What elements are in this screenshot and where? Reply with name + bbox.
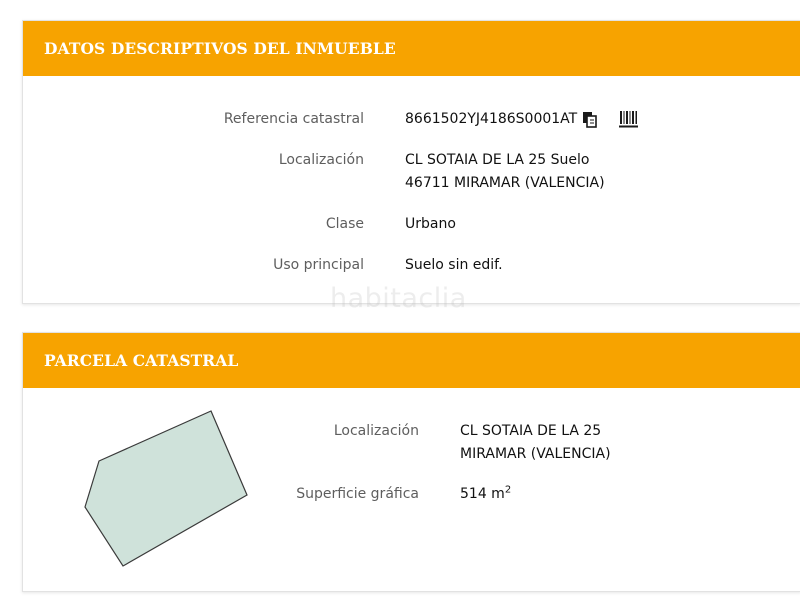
barcode-icon[interactable] (619, 110, 639, 128)
superficie-unit-exp: 2 (504, 484, 512, 496)
parcel-header: PARCELA CATASTRAL (23, 333, 800, 388)
watermark: habitaclia (330, 283, 467, 314)
parcel-title: PARCELA CATASTRAL (44, 351, 239, 370)
clase-label: Clase (325, 216, 364, 232)
parcel-localizacion-row: Localización CL SOTAIA DE LA 25 MIRAMAR … (23, 420, 611, 466)
referencia-value-wrap: 8661502YJ4186S0001AT (405, 108, 639, 131)
property-data-header: DATOS DESCRIPTIVOS DEL INMUEBLE (23, 21, 800, 76)
uso-value: Suelo sin edif. (405, 257, 503, 273)
property-data-title: DATOS DESCRIPTIVOS DEL INMUEBLE (44, 39, 396, 58)
localizacion-row: Localización CL SOTAIA DE LA 25 Suelo 46… (23, 149, 605, 195)
referencia-label: Referencia catastral (223, 111, 364, 127)
superficie-value-wrap: 514 m2 (460, 483, 511, 506)
clase-row: Clase Urbano (23, 213, 456, 236)
parcel-localizacion-line1: CL SOTAIA DE LA 25 (460, 423, 602, 439)
uso-row: Uso principal Suelo sin edif. (23, 254, 503, 277)
parcel-localizacion-label: Localización (333, 423, 419, 439)
uso-label: Uso principal (273, 257, 364, 273)
referencia-row: Referencia catastral 8661502YJ4186S0001A… (23, 108, 639, 131)
localizacion-label: Localización (278, 152, 364, 168)
clase-value: Urbano (405, 216, 456, 232)
superficie-label: Superficie gráfica (296, 486, 419, 502)
copy-icon[interactable] (581, 110, 599, 128)
superficie-row: Superficie gráfica 514 m2 (23, 483, 511, 506)
parcel-localizacion-line2: MIRAMAR (VALENCIA) (460, 446, 611, 462)
localizacion-value: CL SOTAIA DE LA 25 Suelo 46711 MIRAMAR (… (405, 149, 605, 195)
localizacion-line1: CL SOTAIA DE LA 25 Suelo (405, 152, 590, 168)
property-data-panel: DATOS DESCRIPTIVOS DEL INMUEBLE Referenc… (22, 20, 800, 304)
superficie-value: 514 m (460, 486, 505, 502)
parcel-panel: PARCELA CATASTRAL Localización CL SOTAIA… (22, 332, 800, 592)
parcel-localizacion-value: CL SOTAIA DE LA 25 MIRAMAR (VALENCIA) (460, 420, 611, 466)
referencia-value: 8661502YJ4186S0001AT (405, 111, 578, 127)
localizacion-line2: 46711 MIRAMAR (VALENCIA) (405, 175, 605, 191)
referencia-actions (581, 110, 639, 128)
